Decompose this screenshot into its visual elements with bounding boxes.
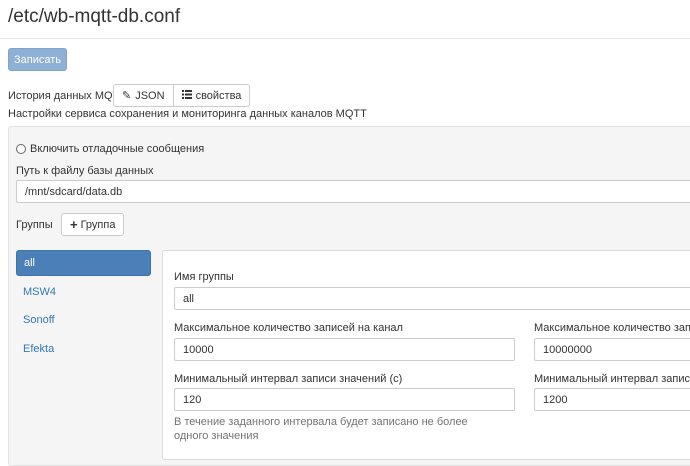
db-path-label: Путь к файлу базы данных: [16, 165, 154, 177]
page-title: /etc/wb-mqtt-db.conf: [8, 6, 181, 27]
group-tab-efekta[interactable]: Efekta: [16, 336, 151, 362]
group-tab-label: all: [24, 257, 36, 269]
min-interval-label: Минимальный интервал записи значений (с): [174, 373, 403, 385]
min-interval-input[interactable]: 120: [174, 388, 515, 411]
group-tab-label: MSW4: [23, 286, 56, 298]
max-per-channel-label: Максимальное количество записей на канал: [174, 322, 403, 334]
history-label: История данных MQTT: [8, 90, 127, 102]
max-total-label: Максимальное количество записе: [534, 322, 690, 334]
debug-checkbox-label: Включить отладочные сообщения: [30, 143, 205, 155]
group-name-label: Имя группы: [174, 271, 234, 283]
min-interval-help: В течение заданного интервала будет запи…: [174, 416, 468, 442]
json-button[interactable]: ✎ JSON: [113, 84, 174, 107]
group-tab-msw4[interactable]: MSW4: [16, 279, 151, 305]
list-icon: [181, 89, 192, 102]
max-per-channel-input[interactable]: 10000: [174, 338, 515, 361]
max-total-input[interactable]: 10000000: [534, 338, 690, 361]
min-unchanged-input[interactable]: 1200: [534, 388, 690, 411]
debug-checkbox[interactable]: [16, 144, 26, 154]
json-button-label: JSON: [135, 89, 165, 102]
pencil-icon: ✎: [122, 90, 132, 102]
group-tab-label: Efekta: [23, 343, 55, 355]
db-path-input[interactable]: /mnt/sdcard/data.db: [16, 180, 690, 203]
view-mode-toggle: ✎ JSON свойства: [113, 84, 251, 107]
properties-button-label: свойства: [195, 89, 242, 102]
group-tab-all[interactable]: all: [16, 250, 151, 276]
group-tab-sonoff[interactable]: Sonoff: [16, 307, 151, 333]
add-group-button[interactable]: + Группа: [61, 213, 125, 236]
properties-button[interactable]: свойства: [173, 84, 251, 107]
min-unchanged-label: Минимальный интервал записи, е: [534, 373, 690, 385]
group-name-input[interactable]: all: [174, 287, 690, 310]
divider: [0, 38, 690, 39]
save-button[interactable]: Записать: [8, 48, 67, 71]
group-tab-label: Sonoff: [23, 314, 55, 326]
groups-label: Группы: [16, 219, 53, 231]
add-group-label: Группа: [80, 218, 116, 231]
plus-icon: +: [70, 216, 78, 232]
page-subtitle: Настройки сервиса сохранения и мониторин…: [8, 108, 367, 120]
